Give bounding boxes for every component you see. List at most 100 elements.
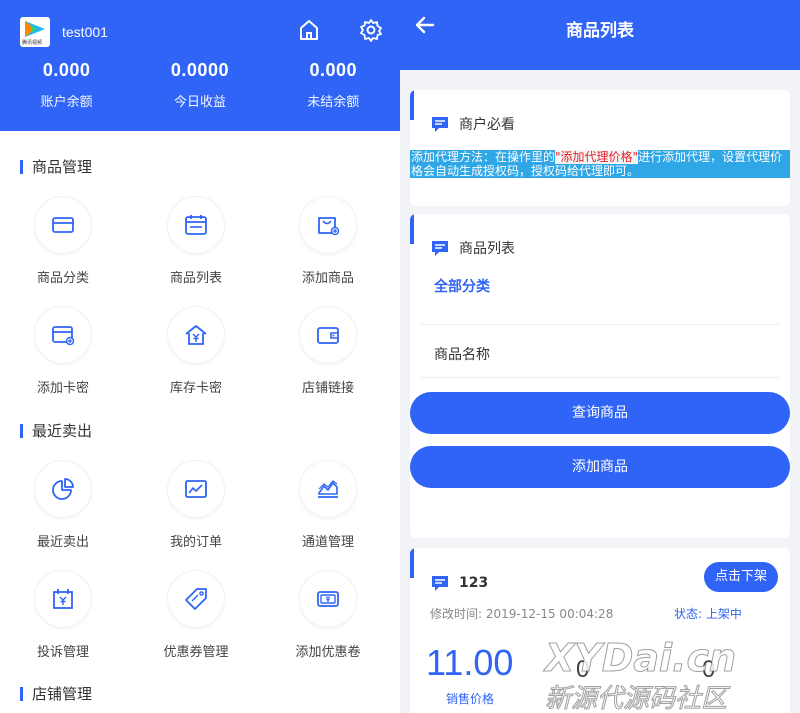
menu-item-stock-card-key[interactable]: 库存卡密 [136, 306, 256, 396]
modified-value: 2019-12-15 00:04:28 [485, 607, 614, 621]
card-heading-text: 商户必看 [459, 117, 515, 133]
sale-price: 11.00 [426, 642, 514, 683]
menu-item-icon-circle [34, 196, 92, 254]
section-accent-bar [20, 686, 23, 701]
menu-item-label: 添加卡密 [36, 381, 89, 396]
product-filter-card: 商品列表 全部分类 商品名称 查询商品 添加商品 [410, 214, 790, 538]
section-accent-bar [20, 159, 23, 174]
menu-item-icon-circle [167, 306, 225, 364]
query-products-button[interactable]: 查询商品 [410, 392, 790, 434]
home-icon[interactable] [297, 18, 321, 42]
menu-item-icon-circle [299, 306, 357, 364]
menu-item-label: 通道管理 [301, 535, 354, 550]
message-icon [432, 117, 448, 132]
menu-item-label: 最近卖出 [36, 535, 89, 550]
username: test001 [62, 24, 108, 40]
stat-label: 账户余额 [40, 95, 93, 110]
card-accent-bar [410, 214, 414, 244]
menu-item-my-orders[interactable]: 我的订单 [136, 460, 256, 550]
menu-item-label: 商品列表 [169, 271, 222, 286]
notice-highlight: "添加代理价格" [555, 150, 639, 164]
status-value: 上架中 [705, 607, 742, 621]
stat-today-earnings: 0.0000 今日收益 [133, 60, 266, 110]
message-icon [432, 241, 448, 256]
merchant-dashboard-panel: 腾讯视频 test001 0.000 账户余额 0.0000 今日收益 0.00… [0, 0, 400, 713]
settings-gear-icon[interactable] [359, 18, 383, 42]
product-list-panel: 商品列表 商户必看 添加代理方法：在操作里的"添加代理价格"进行添加代理，设置代… [400, 0, 800, 713]
app-logo: 腾讯视频 [20, 17, 50, 47]
stat-label: 今日收益 [173, 95, 226, 110]
wallet-icon [317, 327, 339, 344]
menu-item-icon-circle [34, 460, 92, 518]
menu-item-recent-sales[interactable]: 最近卖出 [3, 460, 123, 550]
notice-prefix: 添加代理方法：在操作里的 [411, 150, 556, 164]
menu-item-store-link[interactable]: 店铺链接 [268, 306, 388, 396]
menu-item-product-list[interactable]: 商品列表 [136, 196, 256, 286]
menu-item-label: 商品分类 [36, 271, 89, 286]
take-down-button[interactable]: 点击下架 [704, 562, 778, 592]
menu-item-add-card-key[interactable]: 添加卡密 [3, 306, 123, 396]
filter-card-heading: 商品列表 [430, 238, 515, 258]
add-product-button[interactable]: 添加商品 [410, 446, 790, 488]
product-status: 状态: 上架中 [674, 605, 742, 622]
menu-item-add-product[interactable]: 添加商品 [268, 196, 388, 286]
yen-box-icon [53, 589, 73, 609]
product-item-heading: 123 [430, 573, 488, 593]
menu-item-channel-management[interactable]: 通道管理 [268, 460, 388, 550]
menu-item-product-category[interactable]: 商品分类 [3, 196, 123, 286]
card-add-icon [52, 326, 75, 346]
modified-label: 修改时间: [430, 607, 483, 621]
menu-item-icon-circle [299, 196, 357, 254]
menu-item-complaint-management[interactable]: 投诉管理 [3, 570, 123, 660]
menu-item-label: 优惠券管理 [163, 645, 229, 660]
watermark-site: XYDai.cn [544, 636, 737, 681]
card-accent-bar [410, 548, 414, 578]
menu-item-add-coupon[interactable]: 添加优惠卷 [268, 570, 388, 660]
coupon-icon [317, 591, 339, 607]
menu-item-label: 店铺链接 [301, 381, 354, 396]
menu-item-icon-circle [299, 570, 357, 628]
menu-item-label: 我的订单 [169, 535, 222, 550]
menu-item-label: 添加优惠卷 [295, 645, 361, 660]
menu-item-label: 投诉管理 [36, 645, 89, 660]
calendar-icon [185, 215, 207, 235]
balance-stats: 0.000 账户余额 0.0000 今日收益 0.000 未结余额 [0, 60, 400, 110]
notice-card-heading: 商户必看 [430, 114, 515, 134]
pie-chart-icon [52, 478, 74, 500]
line-chart-icon [185, 480, 207, 498]
menu-item-icon-circle [34, 306, 92, 364]
stat-unsettled-balance: 0.000 未结余额 [267, 60, 400, 110]
area-chart-icon [318, 480, 338, 498]
section-title-recent-sales: 最近卖出 [20, 420, 92, 441]
notice-text: 添加代理方法：在操作里的"添加代理价格"进行添加代理，设置代理价格会自动生成授权… [410, 150, 790, 178]
section-title-text: 商品管理 [32, 158, 93, 176]
card-icon [52, 217, 74, 233]
stat-label: 未结余额 [307, 95, 360, 110]
card-accent-bar [410, 90, 414, 120]
card-heading-text: 商品列表 [459, 241, 515, 257]
divider [420, 324, 780, 325]
status-label: 状态: [674, 607, 703, 621]
divider [420, 377, 780, 378]
stat-value: 0.000 [309, 60, 358, 80]
menu-item-icon-circle [167, 570, 225, 628]
menu-item-label: 添加商品 [301, 271, 354, 286]
bag-icon [318, 217, 340, 236]
product-name-input[interactable]: 商品名称 [434, 344, 490, 364]
category-select[interactable]: 全部分类 [434, 276, 490, 296]
sale-price-label: 销售价格 [446, 692, 495, 706]
account-header: 腾讯视频 test001 0.000 账户余额 0.0000 今日收益 0.00… [0, 0, 400, 131]
section-accent-bar [20, 423, 23, 438]
section-title-store-management: 店铺管理 [20, 683, 92, 704]
menu-item-icon-circle [299, 460, 357, 518]
stat-account-balance: 0.000 账户余额 [0, 60, 133, 110]
menu-item-coupon-management[interactable]: 优惠券管理 [136, 570, 256, 660]
stat-value: 0.0000 [170, 60, 229, 80]
logo-caption: 腾讯视频 [22, 40, 43, 46]
message-icon [432, 576, 448, 591]
section-title-text: 店铺管理 [32, 685, 93, 703]
video-play-logo-icon [25, 21, 45, 37]
menu-item-icon-circle [167, 196, 225, 254]
notice-card: 商户必看 添加代理方法：在操作里的"添加代理价格"进行添加代理，设置代理价格会自… [410, 90, 790, 206]
section-title-product-management: 商品管理 [20, 156, 92, 177]
